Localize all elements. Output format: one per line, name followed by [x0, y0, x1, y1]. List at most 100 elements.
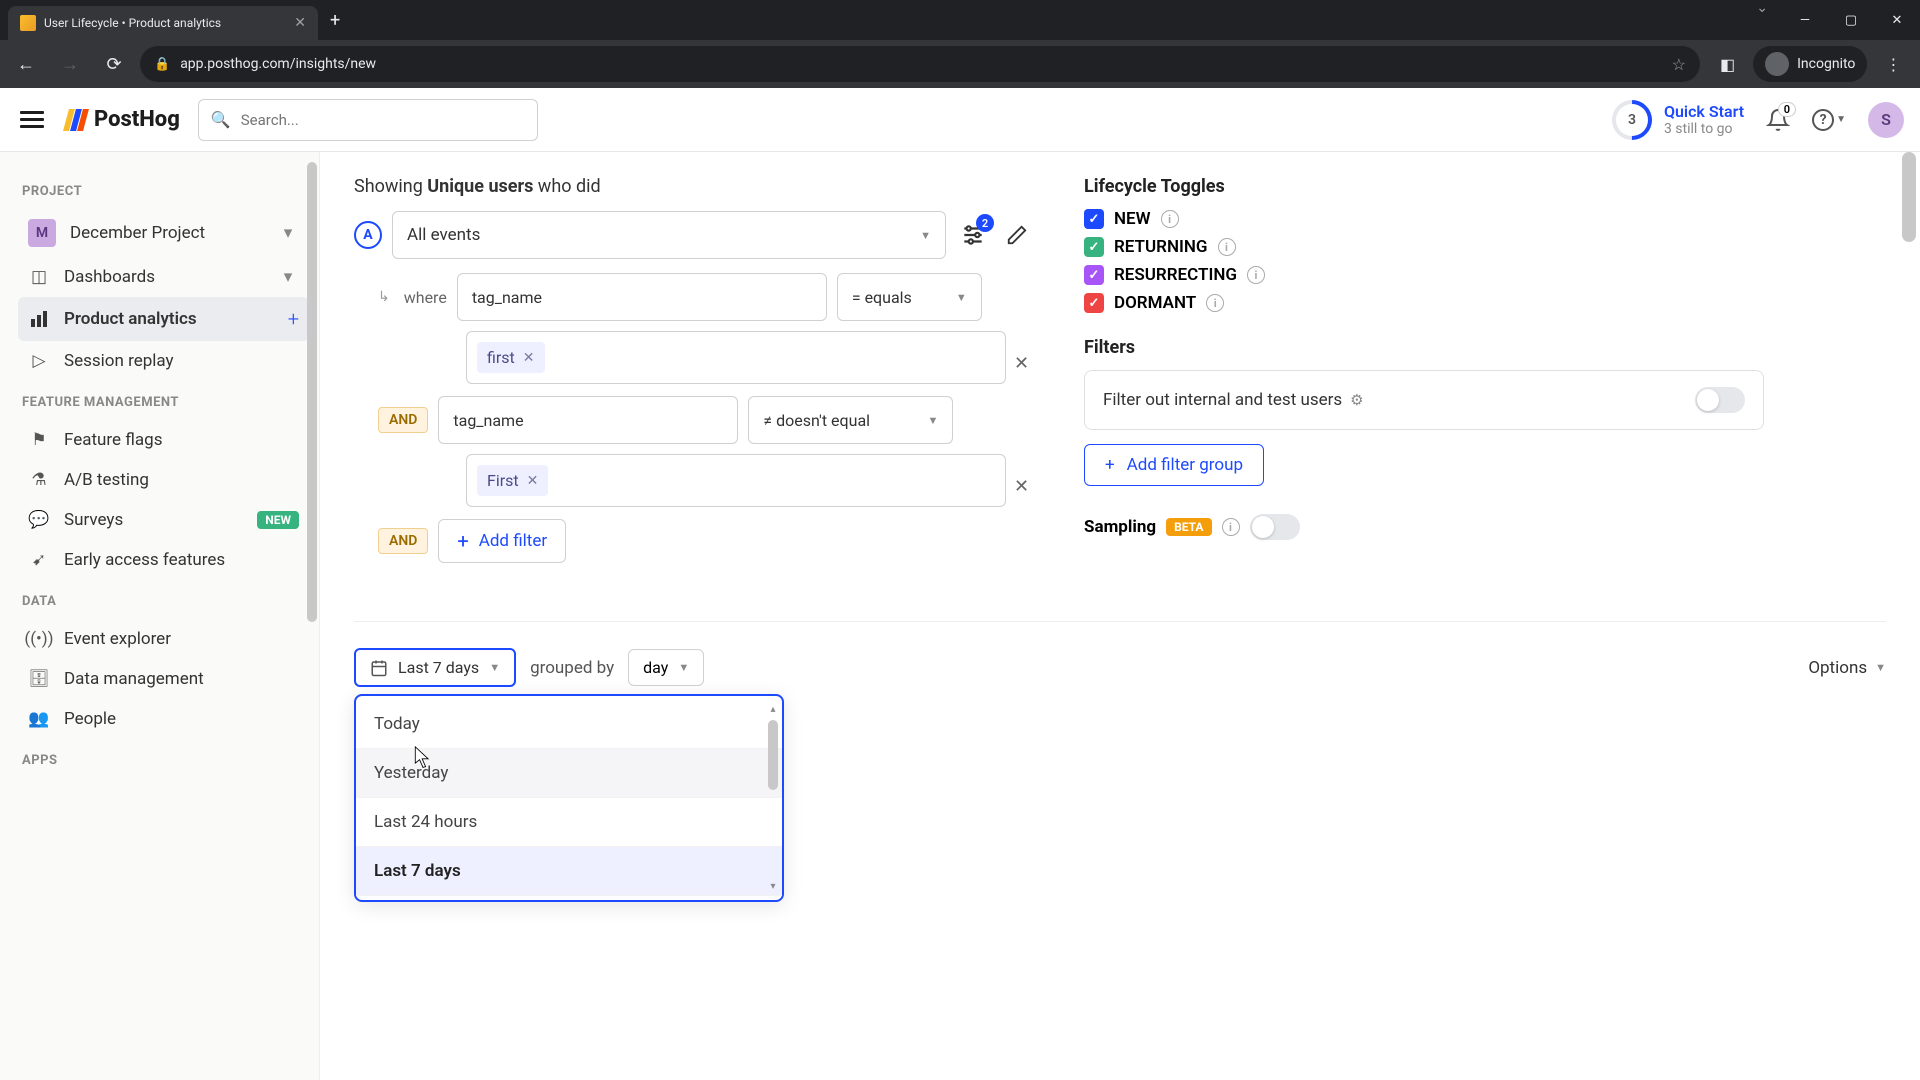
close-window-button[interactable]: ✕	[1874, 0, 1920, 40]
sidebar-item-event-explorer[interactable]: ((•)) Event explorer	[18, 619, 309, 659]
series-badge: A	[354, 221, 382, 249]
project-avatar: M	[28, 219, 56, 247]
operator-selector[interactable]: ≠ doesn't equal ▼	[748, 396, 953, 444]
sidebar-item-session-replay[interactable]: ▷ Session replay	[18, 341, 309, 381]
browser-menu-icon[interactable]: ⋮	[1885, 55, 1901, 74]
tab-title: User Lifecycle • Product analytics	[44, 16, 286, 30]
chat-icon: 💬	[28, 510, 50, 530]
new-tab-button[interactable]: +	[330, 10, 340, 31]
reload-button[interactable]: ⟳	[96, 46, 132, 82]
info-icon[interactable]: i	[1222, 518, 1240, 536]
quickstart-widget[interactable]: 3 Quick Start 3 still to go	[1612, 100, 1744, 140]
info-icon[interactable]: i	[1247, 266, 1265, 284]
filter-value-input[interactable]: first ✕	[466, 331, 1006, 384]
quickstart-title: Quick Start	[1664, 102, 1744, 121]
pencil-icon	[1006, 224, 1028, 246]
property-selector[interactable]: tag_name	[438, 396, 738, 444]
sidebar-item-people[interactable]: 👥 People	[18, 699, 309, 739]
remove-filter-button[interactable]: ✕	[1014, 476, 1029, 497]
plus-icon: +	[1105, 455, 1115, 475]
extensions-icon[interactable]: ◧	[1720, 55, 1735, 74]
dropdown-scrollbar[interactable]: ▴ ▾	[766, 704, 780, 892]
filter-toggle-button[interactable]: 2	[956, 218, 990, 252]
dropdown-item-yesterday[interactable]: Yesterday	[356, 749, 782, 798]
date-controls: Last 7 days ▼ grouped by day ▼ Options ▼…	[354, 621, 1886, 687]
gear-icon[interactable]: ⚙	[1350, 391, 1363, 409]
dropdown-item-today[interactable]: Today	[356, 700, 782, 749]
minimize-button[interactable]: —	[1782, 0, 1828, 40]
favicon	[20, 15, 36, 31]
toggle-returning[interactable]: ✓ RETURNING i	[1084, 237, 1764, 257]
sidebar-item-feature-flags[interactable]: ⚑ Feature flags	[18, 420, 309, 460]
sidebar-item-dashboards[interactable]: ◫ Dashboards ▾	[18, 257, 309, 297]
rename-series-button[interactable]	[1000, 218, 1034, 252]
info-icon[interactable]: i	[1218, 238, 1236, 256]
add-filter-button[interactable]: + Add filter	[438, 519, 566, 563]
search-input[interactable]: 🔍	[198, 99, 538, 141]
filter-value-input[interactable]: First ✕	[466, 454, 1006, 507]
user-avatar[interactable]: S	[1868, 102, 1904, 138]
main-scrollbar[interactable]	[1902, 152, 1916, 242]
help-button[interactable]: ? ▼	[1812, 109, 1846, 131]
logo-text: PostHog	[94, 107, 180, 132]
sidebar-section-data: DATA	[22, 594, 309, 609]
scroll-up-icon[interactable]: ▴	[770, 704, 775, 715]
incognito-badge[interactable]: Incognito	[1753, 46, 1867, 82]
internal-users-toggle[interactable]	[1695, 387, 1745, 413]
address-bar[interactable]: 🔒 app.posthog.com/insights/new ☆	[140, 46, 1700, 82]
info-icon[interactable]: i	[1206, 294, 1224, 312]
remove-filter-button[interactable]: ✕	[1014, 353, 1029, 374]
search-icon: 🔍	[211, 110, 231, 129]
grouped-by-label: grouped by	[530, 658, 614, 678]
incognito-label: Incognito	[1797, 56, 1855, 72]
help-icon: ?	[1812, 109, 1834, 131]
chevron-down-icon: ▼	[927, 414, 938, 427]
sampling-row: Sampling BETA i	[1084, 514, 1764, 540]
value-chip: First ✕	[477, 465, 548, 496]
sidebar-item-data-management[interactable]: 🗄 Data management	[18, 659, 309, 699]
sampling-toggle[interactable]	[1250, 514, 1300, 540]
logo[interactable]: PostHog	[66, 107, 180, 132]
sidebar-item-ab-testing[interactable]: ⚗ A/B testing	[18, 460, 309, 500]
beta-badge: BETA	[1166, 518, 1211, 536]
window-controls: ⌄ — ▢ ✕	[1742, 0, 1920, 40]
browser-toolbar: ← → ⟳ 🔒 app.posthog.com/insights/new ☆ ◧…	[0, 40, 1920, 88]
dropdown-item-last-7-days[interactable]: Last 7 days	[356, 847, 782, 896]
dropdown-item-last-24-hours[interactable]: Last 24 hours	[356, 798, 782, 847]
bookmark-icon[interactable]: ☆	[1672, 55, 1686, 74]
sidebar-section-feature: FEATURE MANAGEMENT	[22, 395, 309, 410]
browser-tab[interactable]: User Lifecycle • Product analytics ✕	[8, 6, 318, 40]
notifications-button[interactable]: 0	[1766, 108, 1790, 132]
sidebar: PROJECT M December Project ▾ ◫ Dashboard…	[0, 152, 320, 1080]
interval-selector[interactable]: day ▼	[628, 649, 704, 686]
toggle-resurrecting[interactable]: ✓ RESURRECTING i	[1084, 265, 1764, 285]
remove-chip-icon[interactable]: ✕	[523, 350, 535, 366]
property-selector[interactable]: tag_name	[457, 273, 827, 321]
sidebar-item-early-access[interactable]: ➹ Early access features	[18, 540, 309, 580]
main-content: Showing Unique users who did A All event…	[320, 152, 1920, 1080]
back-button[interactable]: ←	[8, 46, 44, 82]
info-icon[interactable]: i	[1161, 210, 1179, 228]
toggle-dormant[interactable]: ✓ DORMANT i	[1084, 293, 1764, 313]
options-button[interactable]: Options ▼	[1808, 658, 1886, 678]
tab-overflow-icon[interactable]: ⌄	[1742, 0, 1782, 40]
browser-tab-strip: User Lifecycle • Product analytics ✕ + ⌄…	[0, 0, 1920, 40]
event-selector[interactable]: All events ▼	[392, 211, 946, 259]
bar-chart-icon	[28, 309, 50, 329]
menu-toggle-button[interactable]	[16, 104, 48, 136]
sidebar-item-product-analytics[interactable]: Product analytics +	[18, 297, 309, 341]
project-selector[interactable]: M December Project ▾	[18, 209, 309, 257]
date-range-button[interactable]: Last 7 days ▼	[354, 648, 516, 687]
remove-chip-icon[interactable]: ✕	[527, 473, 539, 489]
operator-selector[interactable]: = equals ▼	[837, 273, 982, 321]
close-tab-icon[interactable]: ✕	[294, 15, 306, 31]
sidebar-scrollbar[interactable]	[307, 162, 317, 622]
scroll-down-icon[interactable]: ▾	[770, 881, 775, 892]
sidebar-item-surveys[interactable]: 💬 Surveys NEW	[18, 500, 309, 540]
search-field[interactable]	[241, 111, 525, 129]
toggle-new[interactable]: ✓ NEW i	[1084, 209, 1764, 229]
add-insight-button[interactable]: +	[288, 307, 299, 331]
chevron-down-icon: ▼	[1836, 114, 1846, 125]
maximize-button[interactable]: ▢	[1828, 0, 1874, 40]
add-filter-group-button[interactable]: + Add filter group	[1084, 444, 1264, 486]
